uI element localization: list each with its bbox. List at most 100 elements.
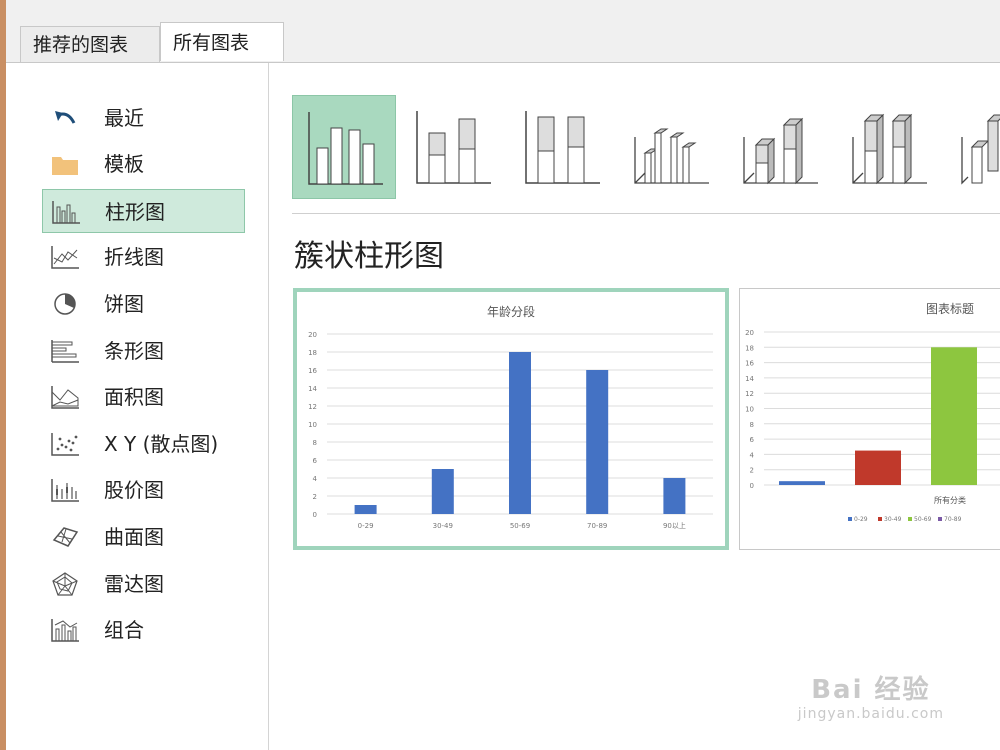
chart-type-title: 簇状柱形图 xyxy=(294,239,444,274)
stock-chart-icon xyxy=(51,479,79,502)
subtype-3d-stacked-column[interactable] xyxy=(728,95,832,199)
sidebar-item-column[interactable]: 柱形图 xyxy=(42,189,245,233)
chart-type-sidebar: 最近 模板 柱形图 折线图 饼图 条形图 面积图 X Y (散点图) 股价图 曲… xyxy=(6,63,269,750)
x-tick-label: 70-89 xyxy=(587,522,607,530)
sidebar-item-recent[interactable]: 最近 xyxy=(42,96,245,140)
x-tick-label: 0-29 xyxy=(358,522,374,530)
sidebar-item-label: 雷达图 xyxy=(104,572,164,596)
sidebar-item-label: 曲面图 xyxy=(104,525,164,549)
sidebar-item-label: 面积图 xyxy=(104,385,164,409)
x-tick-label: 90以上 xyxy=(663,521,686,530)
sidebar-item-label: 饼图 xyxy=(104,292,144,316)
y-tick-label: 10 xyxy=(745,406,754,414)
insert-chart-dialog: 推荐的图表 所有图表 最近 模板 柱形图 折线图 饼图 条形图 面积图 X Y … xyxy=(6,0,1000,750)
3d-percent-stacked-column-icon xyxy=(852,113,927,185)
bar-0-3 xyxy=(586,370,609,514)
bar-1-1 xyxy=(855,450,901,485)
y-tick-label: 12 xyxy=(745,390,754,398)
y-tick-label: 6 xyxy=(750,436,755,444)
sidebar-item-label: 柱形图 xyxy=(105,200,165,224)
chart-preview-2[interactable]: 图表标题 0 2 4 6 8 10 12 14 16 18 20 所有分类 0-29 30-49 50-69 7… xyxy=(739,288,1000,550)
chart-title: 图表标题 xyxy=(926,302,974,316)
y-tick-label: 8 xyxy=(750,421,754,429)
legend-entry: 70-89 xyxy=(944,516,962,523)
y-tick-label: 6 xyxy=(313,457,318,465)
legend-entry: 50-69 xyxy=(914,516,932,523)
y-tick-label: 14 xyxy=(308,385,317,393)
bar-0-4 xyxy=(663,478,686,514)
bar-1-0 xyxy=(779,481,825,485)
sidebar-item-pie[interactable]: 饼图 xyxy=(42,282,245,326)
sidebar-item-combo[interactable]: 组合 xyxy=(42,608,245,652)
y-tick-label: 10 xyxy=(308,421,317,429)
area-chart-icon xyxy=(51,386,79,409)
x-tick-label: 50-69 xyxy=(510,522,530,530)
sidebar-item-label: 条形图 xyxy=(104,339,164,363)
radar-chart-icon xyxy=(52,572,78,596)
3d-stacked-column-icon xyxy=(743,117,818,185)
bar-1-2 xyxy=(931,347,977,485)
y-tick-label: 20 xyxy=(745,329,754,337)
subtype-3d-percent-stacked-column[interactable] xyxy=(837,95,941,199)
subtype-percent-stacked-column[interactable] xyxy=(510,95,614,199)
chart-2-svg: 图表标题 0 2 4 6 8 10 12 14 16 18 20 所有分类 0-29 30-49 50-69 7… xyxy=(745,302,1000,523)
bar-0-0 xyxy=(354,505,377,514)
stacked-column-icon xyxy=(416,111,491,184)
tab-all-charts[interactable]: 所有图表 xyxy=(160,22,284,61)
clustered-column-icon xyxy=(308,112,383,185)
subtype-stacked-column[interactable] xyxy=(401,95,505,199)
sidebar-item-label: 股价图 xyxy=(104,478,164,502)
legend-entry: 0-29 xyxy=(854,516,868,523)
divider xyxy=(292,213,1000,214)
sidebar-item-area[interactable]: 面积图 xyxy=(42,375,245,419)
combo-chart-icon xyxy=(51,619,79,642)
x-tick-label: 30-49 xyxy=(433,522,453,530)
sidebar-item-label: X Y (散点图) xyxy=(104,432,219,456)
sidebar-item-surface[interactable]: 曲面图 xyxy=(42,515,245,559)
watermark-brand: Bai 经验 xyxy=(811,675,931,705)
chart-1-svg: 年龄分段 0 2 4 6 8 10 12 14 16 18 20 0-29 30-49 50-69 70-89… xyxy=(308,304,713,530)
legend-swatch xyxy=(938,517,942,521)
sidebar-item-bar[interactable]: 条形图 xyxy=(42,329,245,373)
3d-column-icon xyxy=(961,114,1000,185)
subtype-3d-clustered-column[interactable] xyxy=(619,95,723,199)
y-tick-label: 0 xyxy=(313,511,317,519)
sidebar-item-scatter[interactable]: X Y (散点图) xyxy=(42,422,245,466)
tab-bar: 推荐的图表 所有图表 xyxy=(6,0,1000,63)
x-axis-label: 所有分类 xyxy=(934,495,966,505)
y-tick-label: 18 xyxy=(745,344,754,352)
sidebar-item-radar[interactable]: 雷达图 xyxy=(42,562,245,606)
sidebar-item-label: 折线图 xyxy=(104,245,164,269)
bar-0-2 xyxy=(509,352,531,514)
legend-swatch xyxy=(878,517,882,521)
y-tick-label: 2 xyxy=(313,493,317,501)
y-tick-label: 8 xyxy=(313,439,317,447)
y-tick-label: 16 xyxy=(308,367,317,375)
folder-icon xyxy=(52,157,78,175)
recent-icon xyxy=(55,111,76,124)
subtype-3d-column[interactable] xyxy=(946,95,1000,199)
watermark-url: jingyan.baidu.com xyxy=(797,706,944,722)
sidebar-item-stock[interactable]: 股价图 xyxy=(42,468,245,512)
y-tick-label: 4 xyxy=(750,451,755,459)
surface-chart-icon xyxy=(52,527,79,547)
chart-main-panel: 簇状柱形图 年龄分段 0 2 4 6 8 10 12 14 16 18 20 0-29 30-49 50-6… xyxy=(269,63,1000,750)
sidebar-item-label: 最近 xyxy=(104,106,144,130)
legend-swatch xyxy=(848,517,852,521)
line-chart-icon xyxy=(51,246,79,269)
legend-swatch xyxy=(908,517,912,521)
bar-chart-icon xyxy=(51,340,79,363)
sidebar-item-line[interactable]: 折线图 xyxy=(42,235,245,279)
chart-preview-1[interactable]: 年龄分段 0 2 4 6 8 10 12 14 16 18 20 0-29 30-49 50-69 70-89… xyxy=(293,288,729,550)
chart-title: 年龄分段 xyxy=(487,304,535,319)
watermark: Bai 经验 jingyan.baidu.com xyxy=(798,669,944,722)
pie-chart-icon xyxy=(54,293,76,315)
y-tick-label: 18 xyxy=(308,349,317,357)
subtype-clustered-column[interactable] xyxy=(292,95,396,199)
3d-clustered-column-icon xyxy=(634,128,709,184)
y-tick-label: 2 xyxy=(750,467,754,475)
y-tick-label: 16 xyxy=(745,360,754,368)
sidebar-item-templates[interactable]: 模板 xyxy=(42,142,245,186)
sidebar-item-label: 模板 xyxy=(104,152,144,176)
tab-recommended-charts[interactable]: 推荐的图表 xyxy=(20,26,160,62)
